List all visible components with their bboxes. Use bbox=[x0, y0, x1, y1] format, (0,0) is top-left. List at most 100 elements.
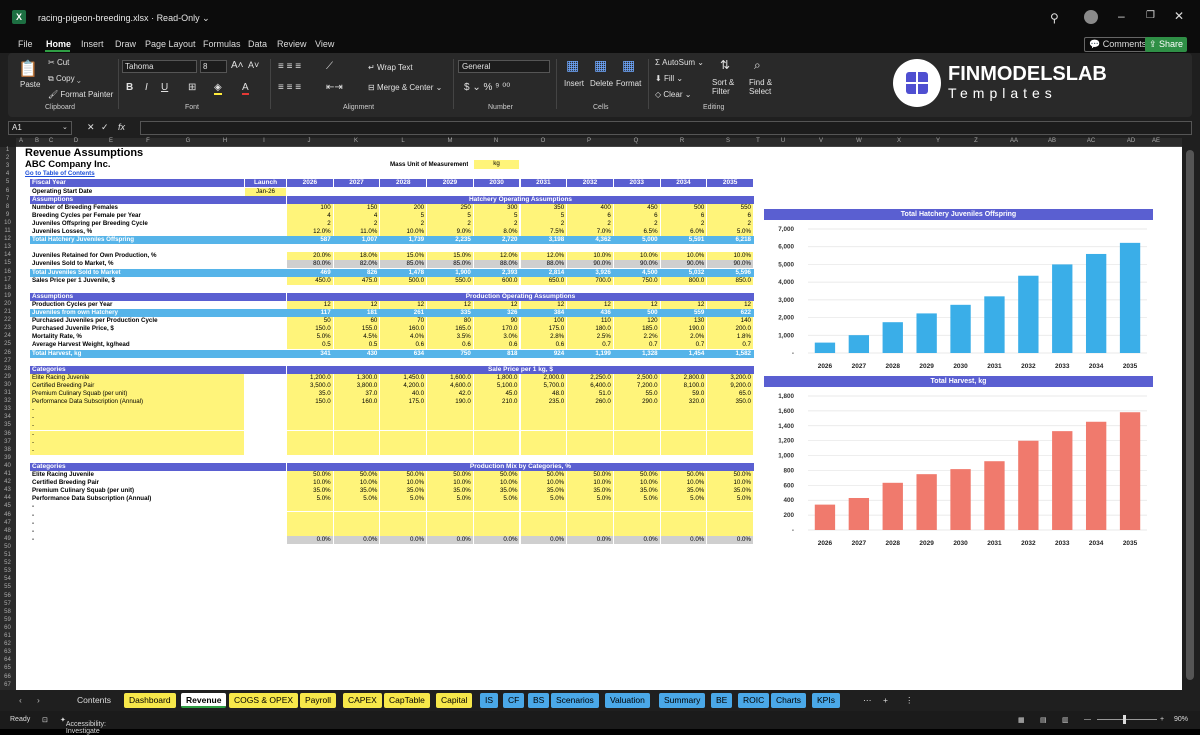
close-icon[interactable]: ✕ bbox=[1174, 9, 1184, 23]
menu-formulas[interactable]: Formulas bbox=[203, 39, 241, 49]
hatchery-row-value[interactable]: 11.0% bbox=[333, 228, 380, 236]
price-row-value[interactable]: 320.0 bbox=[660, 398, 707, 406]
price-row-value[interactable]: 175.0 bbox=[380, 398, 427, 406]
column-header[interactable]: AC bbox=[1087, 138, 1095, 144]
row-header[interactable]: 8 bbox=[0, 204, 15, 212]
mix-row-value[interactable]: 35.0% bbox=[660, 487, 707, 495]
mix-row-value[interactable]: 35.0% bbox=[287, 487, 333, 495]
price-row-value[interactable] bbox=[427, 414, 473, 422]
price-row-value[interactable]: 1,800.0 bbox=[473, 374, 520, 382]
production-row-value[interactable]: 12 bbox=[520, 301, 567, 309]
insert-function-button[interactable]: fx bbox=[118, 122, 125, 132]
row-header[interactable]: 16 bbox=[0, 269, 15, 277]
column-header[interactable]: AB bbox=[1048, 138, 1056, 144]
price-row-value[interactable]: 3,800.0 bbox=[333, 382, 380, 390]
column-header[interactable]: T bbox=[756, 138, 760, 144]
column-header[interactable]: AA bbox=[1010, 138, 1018, 144]
column-header[interactable]: E bbox=[109, 138, 113, 144]
row-header[interactable]: 37 bbox=[0, 439, 15, 447]
price-row-value[interactable]: 1,450.0 bbox=[380, 374, 427, 382]
restore-icon[interactable]: ❐ bbox=[1146, 10, 1155, 21]
menu-insert[interactable]: Insert bbox=[81, 39, 104, 49]
mix-row-value[interactable]: 5.0% bbox=[613, 495, 660, 503]
hatchery-row-value[interactable]: 5.0% bbox=[707, 228, 753, 236]
price-row-label[interactable]: - bbox=[30, 406, 244, 414]
row-header[interactable]: 20 bbox=[0, 301, 15, 309]
fill-button[interactable]: ⬇ Fill ⌄ bbox=[655, 74, 683, 83]
price-row-value[interactable]: 51.0 bbox=[567, 390, 613, 398]
indent-icon[interactable]: ⇤⇥ bbox=[326, 82, 343, 93]
row-header[interactable]: 39 bbox=[0, 455, 15, 463]
worksheet-grid[interactable]: Revenue Assumptions ABC Company Inc. Go … bbox=[16, 147, 1182, 690]
confirm-formula-icon[interactable]: ✓ bbox=[101, 122, 109, 133]
hatchery-row-value[interactable]: 350 bbox=[520, 204, 567, 212]
price-row-value[interactable] bbox=[520, 439, 567, 447]
column-header[interactable]: Z bbox=[974, 138, 978, 144]
production-row-value[interactable]: 60 bbox=[333, 317, 380, 325]
row-header[interactable]: 3 bbox=[0, 163, 15, 171]
hatchery-row-value[interactable]: 5 bbox=[520, 212, 567, 220]
mix-row-value[interactable] bbox=[613, 520, 660, 528]
production-row-value[interactable]: 185.0 bbox=[613, 325, 660, 333]
price-row-value[interactable] bbox=[567, 447, 613, 455]
tab-roic[interactable]: ROIC bbox=[738, 693, 770, 708]
zoom-slider[interactable] bbox=[1097, 719, 1157, 720]
column-header[interactable]: R bbox=[680, 138, 684, 144]
price-row-value[interactable] bbox=[520, 422, 567, 430]
mix-row-value[interactable]: 5.0% bbox=[707, 495, 753, 503]
mix-row-value[interactable]: 10.0% bbox=[660, 479, 707, 487]
production-row-value[interactable]: 1.8% bbox=[707, 333, 753, 341]
row-header[interactable]: 40 bbox=[0, 463, 15, 471]
sort-filter-icon[interactable]: ⇅ bbox=[720, 58, 730, 72]
mix-row-value[interactable]: 35.0% bbox=[427, 487, 473, 495]
more-tabs-icon[interactable]: ⋯ bbox=[858, 693, 877, 708]
row-header[interactable]: 60 bbox=[0, 625, 15, 633]
row-header[interactable]: 10 bbox=[0, 220, 15, 228]
mix-row-value[interactable] bbox=[427, 512, 473, 520]
row-header[interactable]: 62 bbox=[0, 641, 15, 649]
retained-row-value[interactable]: 650.0 bbox=[520, 277, 567, 285]
price-row-value[interactable]: 35.0 bbox=[287, 390, 333, 398]
mix-row-value[interactable]: 50.0% bbox=[567, 471, 613, 479]
price-row-value[interactable] bbox=[427, 406, 473, 414]
row-header[interactable]: 66 bbox=[0, 674, 15, 682]
align-left-icon[interactable]: ≡ ≡ ≡ bbox=[278, 82, 301, 93]
price-row-value[interactable]: 2,500.0 bbox=[613, 374, 660, 382]
tab-contents[interactable]: Contents bbox=[72, 693, 116, 708]
page-layout-view-icon[interactable]: ▤ bbox=[1040, 716, 1047, 724]
production-row-value[interactable]: 4.0% bbox=[380, 333, 427, 341]
row-header[interactable]: 53 bbox=[0, 568, 15, 576]
merge-center-button[interactable]: ⊟ Merge & Center ⌄ bbox=[368, 83, 442, 92]
delete-cells-icon[interactable]: ▦ bbox=[594, 57, 607, 74]
column-header[interactable]: J bbox=[308, 138, 311, 144]
row-header[interactable]: 63 bbox=[0, 649, 15, 657]
price-row-value[interactable]: 5,700.0 bbox=[520, 382, 567, 390]
row-header[interactable]: 31 bbox=[0, 390, 15, 398]
hatchery-row-value[interactable]: 150 bbox=[333, 204, 380, 212]
price-row-value[interactable] bbox=[473, 447, 520, 455]
tab-payroll[interactable]: Payroll bbox=[300, 693, 336, 708]
column-header[interactable]: I bbox=[263, 138, 265, 144]
retained-row-value[interactable]: 700.0 bbox=[567, 277, 613, 285]
hatchery-row-value[interactable]: 12.0% bbox=[287, 228, 333, 236]
price-row-value[interactable]: 150.0 bbox=[287, 398, 333, 406]
mix-row-value[interactable] bbox=[660, 528, 707, 536]
mix-row-value[interactable]: 35.0% bbox=[613, 487, 660, 495]
production-row-value[interactable]: 175.0 bbox=[520, 325, 567, 333]
format-cells-icon[interactable]: ▦ bbox=[622, 57, 635, 74]
column-header[interactable]: B bbox=[35, 138, 39, 144]
mix-row-value[interactable] bbox=[380, 528, 427, 536]
menu-data[interactable]: Data bbox=[248, 39, 267, 49]
hatchery-row-value[interactable]: 5 bbox=[380, 212, 427, 220]
production-row-value[interactable]: 155.0 bbox=[333, 325, 380, 333]
price-row-value[interactable] bbox=[333, 414, 380, 422]
formula-input[interactable] bbox=[140, 121, 1192, 135]
row-header[interactable]: 47 bbox=[0, 520, 15, 528]
font-size-select[interactable]: 8 bbox=[200, 60, 227, 73]
tab-revenue[interactable]: Revenue bbox=[181, 693, 227, 708]
production-row-value[interactable]: 190.0 bbox=[660, 325, 707, 333]
hatchery-row-value[interactable]: 500 bbox=[660, 204, 707, 212]
price-row-value[interactable]: 9,200.0 bbox=[707, 382, 753, 390]
cut-button[interactable]: ✂ Cut bbox=[48, 58, 69, 67]
retained-row-value[interactable]: 10.0% bbox=[567, 252, 613, 260]
